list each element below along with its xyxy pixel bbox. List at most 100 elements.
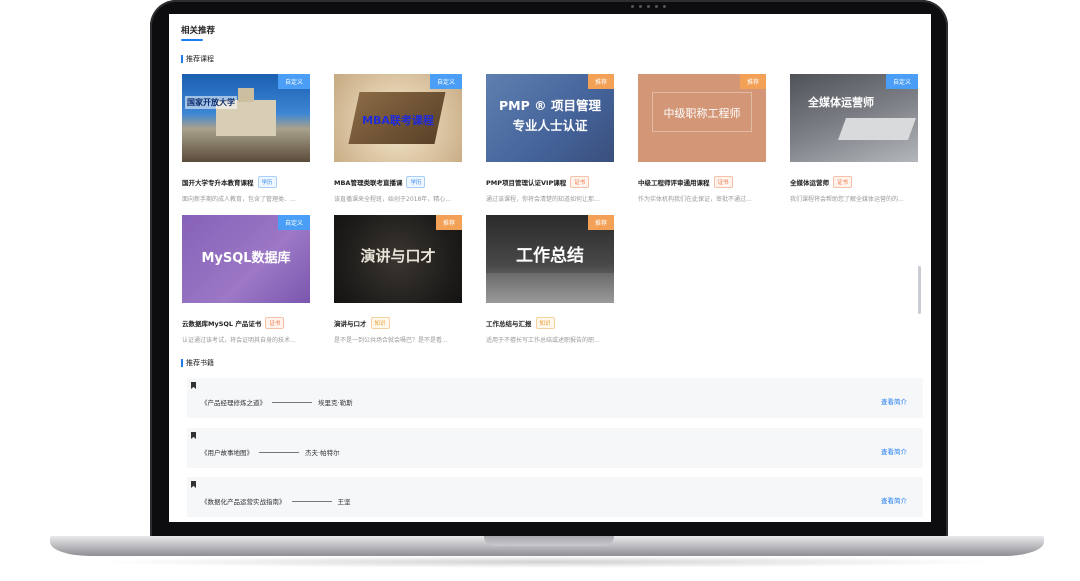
course-badge: 知识 [535, 317, 555, 329]
bookmark-icon [191, 382, 196, 389]
divider-line [291, 500, 332, 502]
thumb-text: 工作总结 [516, 246, 584, 266]
course-desc: 是不是一到公共场合就会嗫巴？是不是看... [334, 337, 448, 344]
course-title-text: 演讲与口才 [334, 320, 367, 328]
section-courses-label: 推荐课程 [186, 55, 214, 63]
book-info: 《用户故事地图》 杰夫·帕特尔 [201, 447, 340, 457]
desk-shape [486, 273, 614, 303]
view-intro-link[interactable]: 查看简介 [881, 495, 907, 505]
course-title: PMP项目管理认证VIP课程 证书 [486, 176, 616, 188]
course-thumbnail[interactable]: 全媒体运营师 自定义 [790, 74, 918, 162]
course-tag: 推荐 [587, 215, 614, 230]
section-marker [181, 359, 183, 367]
book-info: 《数据化产品运营实战指南》 王坚 [201, 496, 351, 506]
course-card[interactable]: MySQL数据库 自定义 云数据库MySQL 产品证书 证书 认证通过该考试，将… [182, 215, 312, 344]
laptop-mockup: 相关推荐 推荐课程 国家开放大学 自定义 国开大学专升本教育课程 学历 面向新手… [0, 0, 1080, 581]
view-intro-link[interactable]: 查看简介 [881, 396, 907, 406]
scrollbar[interactable] [918, 266, 921, 314]
course-tag: 自定义 [429, 74, 462, 89]
thumb-text: 中级职称工程师 [663, 107, 741, 120]
section-books-header: 推荐书籍 [181, 358, 214, 368]
course-title: 工作总结与汇报 知识 [486, 317, 616, 329]
camera-dots [631, 5, 771, 9]
book-row: 《数据化产品运营实战指南》 王坚 查看简介 [187, 477, 923, 517]
course-title: 全媒体运营师 证书 [790, 176, 920, 188]
thumb-text: 全媒体运营师 [808, 96, 874, 109]
thumb-text: PMP ® 项目管理 专业人士认证 [499, 98, 601, 133]
book-author: 杰夫·帕特尔 [305, 449, 340, 457]
course-tag: 自定义 [277, 215, 310, 230]
course-title: 演讲与口才 知识 [334, 317, 464, 329]
book-author: 王坚 [337, 498, 351, 506]
course-title-text: 中级工程师评审通用课程 [638, 179, 710, 187]
course-badge: 知识 [370, 317, 390, 329]
tower-shape [238, 88, 254, 102]
thumb-text: MySQL数据库 [201, 251, 291, 266]
book-name: 《用户故事地图》 [201, 449, 253, 457]
course-card[interactable]: 中级职称工程师 推荐 中级工程师评审通用课程 证书 作为实体机构我们在此保证，审… [638, 74, 768, 203]
course-badge: 证书 [570, 176, 590, 188]
course-thumbnail[interactable]: 演讲与口才 推荐 [334, 215, 462, 303]
book-name: 《数据化产品运营实战指南》 [201, 498, 286, 506]
course-title-text: 国开大学专升本教育课程 [182, 179, 254, 187]
course-tag: 推荐 [435, 215, 462, 230]
course-badge: 证书 [265, 317, 285, 329]
course-title: 国开大学专升本教育课程 学历 [182, 176, 312, 188]
course-desc: 我们课程将会帮助您了解全媒体运营的的... [790, 196, 904, 203]
course-tag: 自定义 [885, 74, 918, 89]
base-shadow [90, 556, 1004, 568]
keyboard-shape [837, 118, 917, 140]
page-title: 相关推荐 [181, 26, 216, 36]
section-courses-header: 推荐课程 [181, 54, 214, 64]
course-card[interactable]: 工作总结 推荐 工作总结与汇报 知识 适用于不擅长写工作总结或述职报告的职... [486, 215, 616, 344]
course-desc: 认证通过该考试，将会证明其自身的技术... [182, 337, 296, 344]
course-card[interactable]: 国家开放大学 自定义 国开大学专升本教育课程 学历 面向新手期的成人教育，包含了… [182, 74, 312, 203]
course-tag: 推荐 [587, 74, 614, 89]
course-title-text: PMP项目管理认证VIP课程 [486, 179, 567, 187]
laptop-notch [484, 536, 614, 546]
course-title-text: 云数据库MySQL 产品证书 [182, 320, 262, 328]
course-thumbnail[interactable]: PMP ® 项目管理 专业人士认证 推荐 [486, 74, 614, 162]
divider-line [259, 451, 299, 453]
course-desc: 适用于不擅长写工作总结或述职报告的职... [486, 337, 600, 344]
course-title-text: 工作总结与汇报 [486, 320, 532, 328]
view-intro-link[interactable]: 查看简介 [881, 446, 907, 456]
course-thumbnail[interactable]: 工作总结 推荐 [486, 215, 614, 303]
section-books-label: 推荐书籍 [186, 359, 214, 367]
thumb-text: 演讲与口才 [360, 247, 436, 265]
course-title: 云数据库MySQL 产品证书 证书 [182, 317, 312, 329]
course-card[interactable]: 演讲与口才 推荐 演讲与口才 知识 是不是一到公共场合就会嗫巴？是不是看... [334, 215, 464, 344]
course-card[interactable]: MBA联考课程 自定义 MBA管理类联考直播课 学历 该直播课来全程班，始创于2… [334, 74, 464, 203]
bookmark-icon [191, 481, 196, 488]
book-row: 《用户故事地图》 杰夫·帕特尔 查看简介 [187, 428, 923, 468]
course-desc: 该直播课来全程班，始创于2018年，精心... [334, 196, 451, 203]
course-thumbnail[interactable]: MBA联考课程 自定义 [334, 74, 462, 162]
course-tag: 推荐 [739, 74, 766, 89]
course-card[interactable]: 全媒体运营师 自定义 全媒体运营师 证书 我们课程将会帮助您了解全媒体运营的的.… [790, 74, 920, 203]
campus-logo-text: 国家开放大学 [185, 96, 237, 109]
course-tag: 自定义 [277, 74, 310, 89]
thumb-text: MBA联考课程 [362, 114, 434, 127]
course-thumbnail[interactable]: MySQL数据库 自定义 [182, 215, 310, 303]
divider-line [272, 401, 312, 403]
course-title: 中级工程师评审通用课程 证书 [638, 176, 768, 188]
book-info: 《产品经理修炼之道》 埃里克·勒斯 [201, 397, 353, 407]
screen: 相关推荐 推荐课程 国家开放大学 自定义 国开大学专升本教育课程 学历 面向新手… [169, 14, 931, 522]
course-desc: 面向新手期的成人教育，包含了管理类、... [182, 196, 296, 203]
course-badge: 证书 [713, 176, 733, 188]
course-card[interactable]: PMP ® 项目管理 专业人士认证 推荐 PMP项目管理认证VIP课程 证书 通… [486, 74, 616, 203]
course-badge: 证书 [833, 176, 853, 188]
title-underline [181, 39, 203, 41]
course-desc: 作为实体机构我们在此保证，审批不通过... [638, 196, 752, 203]
course-thumbnail[interactable]: 国家开放大学 自定义 [182, 74, 310, 162]
course-thumbnail[interactable]: 中级职称工程师 推荐 [638, 74, 766, 162]
book-name: 《产品经理修炼之道》 [201, 399, 266, 407]
course-desc: 通过该课程，你将会清楚的知道如何让那... [486, 196, 600, 203]
course-badge: 学历 [257, 176, 277, 188]
book-author: 埃里克·勒斯 [318, 399, 353, 407]
course-title-text: 全媒体运营师 [790, 179, 829, 187]
course-title: MBA管理类联考直播课 学历 [334, 176, 464, 188]
course-badge: 学历 [406, 176, 426, 188]
book-row: 《产品经理修炼之道》 埃里克·勒斯 查看简介 [187, 378, 923, 418]
course-title-text: MBA管理类联考直播课 [334, 179, 403, 187]
